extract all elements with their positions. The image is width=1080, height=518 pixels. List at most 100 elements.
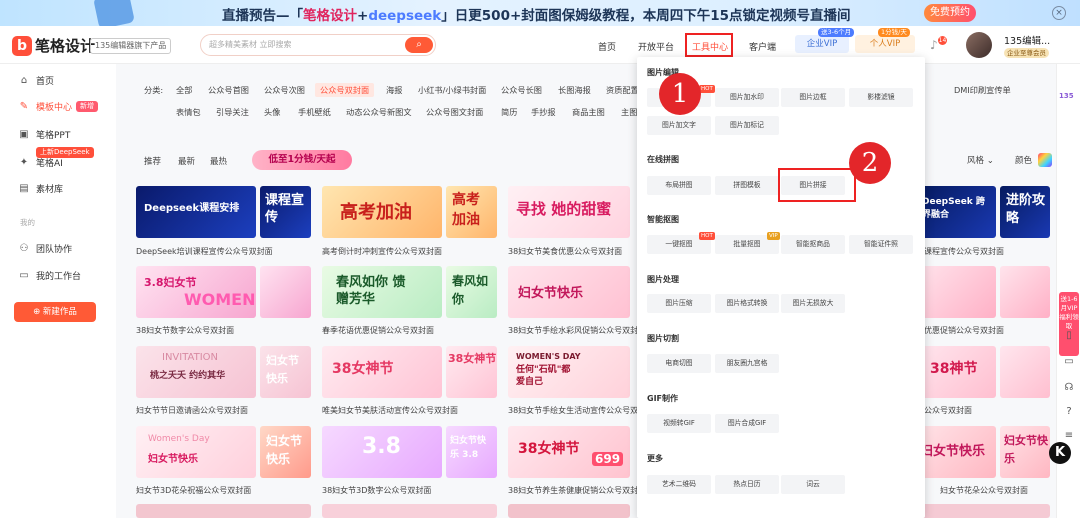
template-card[interactable]: 38神节 (916, 346, 996, 398)
category-item[interactable]: DMI印刷宣传单 (954, 84, 1011, 96)
template-caption[interactable]: 春季花语优惠促销公众号双封面 (322, 325, 434, 336)
tool-image-marker[interactable]: 图片加标记 (715, 116, 779, 135)
brand-logo[interactable]: b 笔格设计 (12, 35, 95, 56)
tool-lossless-upscale[interactable]: 图片无损放大 (781, 294, 845, 313)
template-caption[interactable]: 高考倒计时冲刺宣传公众号双封面 (322, 246, 442, 257)
template-card[interactable]: 春风如你 馈赠芳华 (322, 266, 442, 318)
template-caption[interactable]: 38妇女节手绘女生活动宣传公众号双封面 (508, 405, 654, 416)
sidebar-item-ppt[interactable]: ▣ 笔格PPT (18, 128, 70, 142)
template-card[interactable] (916, 504, 1050, 518)
tool-image-compress[interactable]: 图片压缩 (647, 294, 711, 313)
nav-client[interactable]: 客户端 (749, 40, 776, 53)
template-card[interactable]: 妇女节快乐 (260, 426, 311, 478)
template-caption[interactable]: DeepSeek培训课程宣传公众号双封面 (136, 246, 273, 257)
category-item[interactable]: 头像 (264, 106, 280, 118)
category-item[interactable]: 动态公众号新图文 (346, 106, 412, 118)
template-card[interactable]: 38女神节 (322, 346, 442, 398)
template-card[interactable]: 3.8 (322, 426, 442, 478)
tool-smart-product-cutout[interactable]: 智能抠商品 (781, 235, 845, 254)
template-card[interactable]: 妇女节快乐 (916, 426, 996, 478)
template-card[interactable]: Deepseek课程安排 (136, 186, 256, 238)
template-caption[interactable]: 妇女节3D花朵祝福公众号双封面 (136, 485, 251, 496)
template-card[interactable] (136, 504, 311, 518)
tool-image-border[interactable]: 图片边框 (781, 88, 845, 107)
sort-recommended[interactable]: 推荐 (144, 155, 161, 167)
template-card[interactable]: 春风如你 (446, 266, 497, 318)
new-work-button[interactable]: ⊕ 新建作品 (14, 302, 96, 322)
color-swatch[interactable] (1038, 153, 1052, 167)
banner-reserve-button[interactable]: 免费预约 (924, 4, 976, 22)
category-item[interactable]: 公众号图文封面 (426, 106, 483, 118)
template-card[interactable]: Women's Day 妇女节快乐 (136, 426, 256, 478)
template-card[interactable]: WOMEN'S DAY 任何"石矶"都爱自己 (508, 346, 630, 398)
template-caption[interactable]: 38妇女节3D数字公众号双封面 (322, 485, 431, 496)
template-card[interactable] (916, 266, 996, 318)
template-card[interactable]: 高考加油 (446, 186, 497, 238)
sidebar-item-home[interactable]: ⌂ 首页 (18, 74, 54, 88)
headset-icon[interactable]: ☊ (1063, 382, 1075, 394)
tool-smart-id-photo[interactable]: 智能证件照 (849, 235, 913, 254)
category-item[interactable]: 公众号首图 (208, 84, 249, 96)
template-caption[interactable]: 妇女节花朵公众号双封面 (940, 485, 1028, 496)
template-caption[interactable]: 38妇女节养生茶健康促销公众号双封面 (508, 485, 646, 496)
template-card[interactable]: 高考加油 (322, 186, 442, 238)
color-filter-label[interactable]: 颜色 (1015, 154, 1032, 166)
tool-ecommerce-slice[interactable]: 电商切图 (647, 354, 711, 373)
sort-latest[interactable]: 最新 (178, 155, 195, 167)
search-input[interactable]: 超多精美素材 立即搜索 (209, 39, 292, 50)
category-item[interactable]: 商品主图 (572, 106, 605, 118)
category-item-selected[interactable]: 公众号双封面 (315, 83, 375, 97)
monitor-icon[interactable]: ▭ (1063, 356, 1075, 368)
template-card[interactable]: DeepSeek 跨界融合 (916, 186, 996, 238)
template-caption[interactable]: 公众号双封面 (924, 405, 972, 416)
nav-home[interactable]: 首页 (598, 40, 616, 53)
tool-video-to-gif[interactable]: 视频转GIF (647, 414, 711, 433)
banner-close-icon[interactable]: × (1052, 6, 1066, 20)
sidebar-item-team[interactable]: ⚇ 团队协作 (18, 242, 73, 256)
tool-images-to-gif[interactable]: 图片合成GIF (715, 414, 779, 433)
tool-collage-template[interactable]: 拼图模板 (715, 176, 779, 195)
phone-icon[interactable]: ▯ (1063, 330, 1075, 342)
tool-image-text[interactable]: 图片加文字 (647, 116, 711, 135)
template-caption[interactable]: 课程宣传公众号双封面 (924, 246, 1004, 257)
sort-hottest[interactable]: 最热 (210, 155, 227, 167)
template-card[interactable]: 妇女节快乐 (260, 346, 311, 398)
tool-word-cloud[interactable]: 词云 (781, 475, 845, 494)
template-card[interactable]: 妇女节快乐 (508, 266, 630, 318)
tool-art-qrcode[interactable]: 艺术二维码 (647, 475, 711, 494)
search-icon[interactable]: ⌕ (405, 37, 433, 53)
search-bar[interactable]: 超多精美素材 立即搜索 ⌕ (200, 34, 436, 56)
enterprise-vip-button[interactable]: 企业VIP (795, 35, 849, 53)
list-icon[interactable]: ≡ (1063, 430, 1075, 442)
rail-vip-tab[interactable]: 送1-6月VIP福利领取 (1059, 292, 1079, 356)
rail-135-label[interactable]: 135 (1059, 92, 1074, 100)
template-caption[interactable]: 优惠促销公众号双封面 (924, 325, 1004, 336)
template-card[interactable]: 课程宣传 (260, 186, 311, 238)
tool-image-watermark[interactable]: 图片加水印 (715, 88, 779, 107)
category-item[interactable]: 长图海报 (558, 84, 591, 96)
category-item[interactable]: 手抄报 (531, 106, 556, 118)
sidebar-item-workspace[interactable]: ▭ 我的工作台 (18, 269, 81, 283)
template-card[interactable] (322, 504, 497, 518)
sidebar-item-ai[interactable]: ✦ 笔格AI (18, 156, 63, 170)
template-caption[interactable]: 38妇女节手绘水彩风促销公众号双封面 (508, 325, 646, 336)
template-card[interactable]: 妇女节快乐 (1000, 426, 1050, 478)
category-item[interactable]: 简历 (501, 106, 517, 118)
tool-hot-calendar[interactable]: 热点日历 (715, 475, 779, 494)
category-item[interactable]: 主图 (621, 106, 637, 118)
template-card[interactable]: 38女神节 (446, 346, 497, 398)
bell-icon[interactable]: ♪ (930, 38, 938, 52)
help-icon[interactable]: ? (1063, 406, 1075, 418)
category-item[interactable]: 海报 (386, 84, 402, 96)
sidebar-item-assets[interactable]: ▤ 素材库 (18, 182, 63, 196)
template-card[interactable]: 38女神节 699 (508, 426, 630, 478)
category-item[interactable]: 引导关注 (216, 106, 249, 118)
avatar[interactable] (966, 32, 992, 58)
template-card[interactable]: 妇女节快乐 3.8 (446, 426, 497, 478)
tool-format-convert[interactable]: 图片格式转换 (715, 294, 779, 313)
nav-open-platform[interactable]: 开放平台 (638, 40, 674, 53)
k-float-button[interactable]: K (1049, 442, 1071, 464)
tool-nine-grid[interactable]: 朋友圈九宫格 (715, 354, 779, 373)
promo-banner[interactable]: 直播预告—「笔格设计+deepseek」日更500+封面图保姆级教程，本周四下午… (0, 0, 1080, 26)
template-card[interactable] (1000, 346, 1050, 398)
